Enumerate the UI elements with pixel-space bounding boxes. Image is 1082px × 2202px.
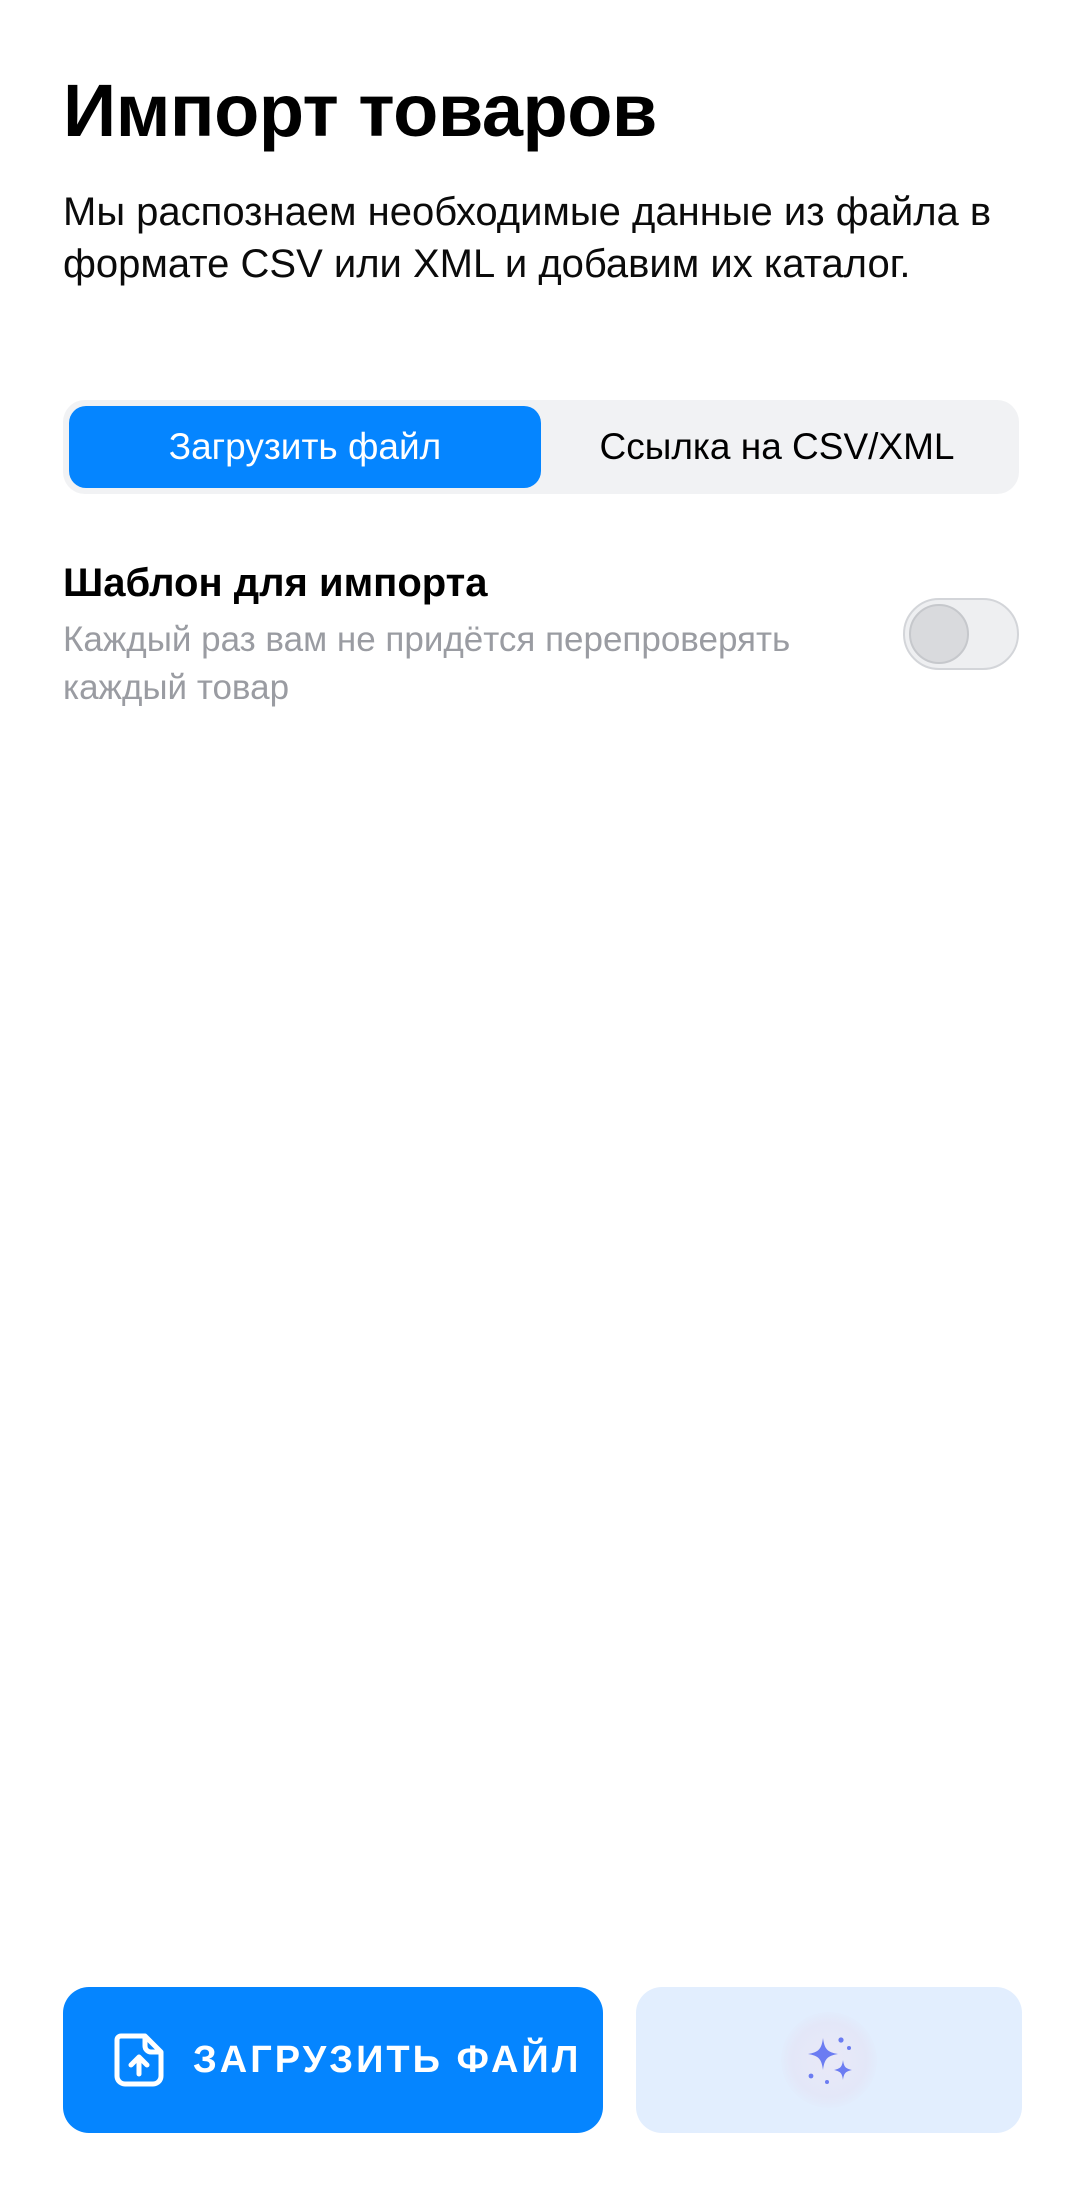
sparkles-icon xyxy=(808,2037,852,2084)
tab-upload-file[interactable]: Загрузить файл xyxy=(69,406,541,488)
upload-file-button[interactable]: ЗАГРУЗИТЬ ФАЙЛ xyxy=(63,1987,603,2133)
page-title: Импорт товаров xyxy=(63,69,657,152)
import-products-screen: Импорт товаров Мы распознаем необходимые… xyxy=(0,0,1082,2202)
toggle-knob xyxy=(909,604,969,664)
ai-assist-button[interactable] xyxy=(636,1987,1022,2133)
upload-file-button-label: ЗАГРУЗИТЬ ФАЙЛ xyxy=(193,2038,582,2081)
import-template-toggle[interactable] xyxy=(903,598,1019,670)
tab-csv-xml-link[interactable]: Ссылка на CSV/XML xyxy=(541,406,1013,488)
import-template-option: Шаблон для импорта Каждый раз вам не при… xyxy=(63,556,1019,707)
source-segmented-control: Загрузить файл Ссылка на CSV/XML xyxy=(63,400,1019,494)
import-template-description: Каждый раз вам не придётся перепроверять… xyxy=(63,620,791,707)
ai-assist-icon-container xyxy=(781,2012,877,2108)
page-description: Мы распознаем необходимые данные из файл… xyxy=(63,190,992,286)
file-upload-icon xyxy=(107,2028,171,2092)
import-template-title: Шаблон для импорта xyxy=(63,561,488,605)
